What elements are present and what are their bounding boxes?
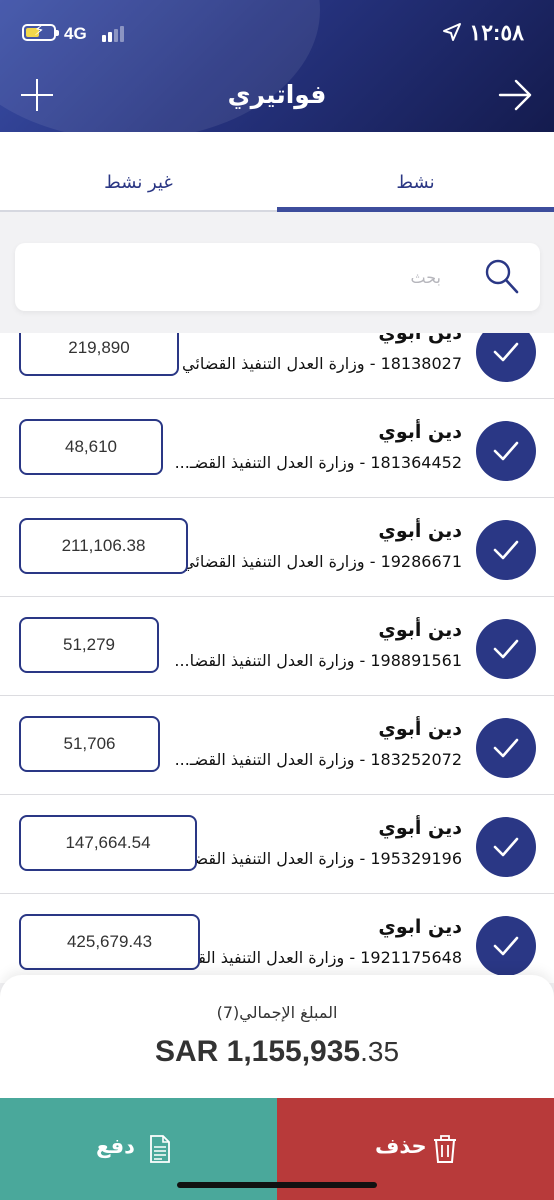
bill-title: دين أبوي (378, 520, 462, 542)
bill-title: دين أبوي (378, 421, 462, 443)
status-time: ١٢:٥٨ (469, 20, 524, 45)
battery-icon: ⚡ (22, 23, 59, 41)
search-icon[interactable] (482, 257, 522, 297)
bill-subtitle: 19286671 - وزارة العدل التنفيذ القضائي (182, 552, 462, 571)
app-header: ⚡ 4G ١٢:٥٨ فواتيري (0, 0, 554, 132)
bill-amount-field[interactable]: 51,279 (19, 617, 159, 673)
bill-subtitle: 183252072 - وزارة العدل التنفيذ القضـ... (174, 750, 462, 769)
network-type: 4G (64, 24, 87, 43)
bill-amount-field[interactable]: 211,106.38 (19, 518, 188, 574)
bill-row[interactable]: دين أبوي 183252072 - وزارة العدل التنفيذ… (0, 696, 554, 795)
bill-checkbox[interactable] (476, 619, 536, 679)
tab-inactive[interactable]: غير نشط (0, 132, 277, 212)
receipt-icon (150, 1135, 170, 1163)
tab-bar: غير نشط نشط (0, 132, 554, 212)
bill-amount-field[interactable]: 48,610 (19, 419, 163, 475)
bill-title: دين أبوي (378, 718, 462, 740)
bill-subtitle: 1921175648 - وزارة العدل التنفيذ القـ... (178, 948, 462, 967)
search-input[interactable] (31, 257, 451, 297)
total-label: المبلغ الإجمالي(7) (216, 1003, 338, 1022)
bill-row[interactable]: دين أبوي 198891561 - وزارة العدل التنفيذ… (0, 597, 554, 696)
active-tab-indicator (277, 207, 554, 212)
bill-subtitle: 181364452 - وزارة العدل التنفيذ القضـ... (174, 453, 462, 472)
total-panel: المبلغ الإجمالي(7) SAR 1,155,935.35 (0, 975, 554, 1100)
pay-button-label: دفع (96, 1134, 135, 1158)
trash-icon (434, 1135, 456, 1163)
total-amount-main: SAR 1,155,935 (154, 1035, 361, 1068)
checkmark-icon (493, 342, 519, 362)
bill-subtitle: 195329196 - وزارة العدل التنفيذ القضـ... (174, 849, 462, 868)
delete-button-label: حذف (375, 1134, 427, 1158)
bill-checkbox[interactable] (476, 333, 536, 382)
tab-active[interactable]: نشط (277, 132, 554, 212)
location-arrow-icon (443, 23, 461, 41)
bill-list[interactable]: دين أبوي 18138027 - وزارة العدل التنفيذ … (0, 333, 554, 983)
bill-title: دين أبوي (378, 333, 462, 344)
bill-subtitle: 18138027 - وزارة العدل التنفيذ القضائي (182, 354, 462, 373)
bill-checkbox[interactable] (476, 916, 536, 976)
home-indicator (177, 1182, 377, 1188)
bill-row[interactable]: دين أبوي 181364452 - وزارة العدل التنفيذ… (0, 399, 554, 498)
bill-amount-field[interactable]: 147,664.54 (19, 815, 197, 871)
search-box (15, 243, 540, 311)
bill-checkbox[interactable] (476, 421, 536, 481)
checkmark-icon (493, 936, 519, 956)
checkmark-icon (493, 441, 519, 461)
checkmark-icon (493, 738, 519, 758)
bill-amount-field[interactable]: 51,706 (19, 716, 160, 772)
bill-subtitle: 198891561 - وزارة العدل التنفيذ القضا... (174, 651, 462, 670)
checkmark-icon (493, 639, 519, 659)
bill-title: دين أبوي (378, 619, 462, 641)
navigation-bar: فواتيري (0, 64, 554, 132)
tab-inactive-label: غير نشط (104, 172, 173, 193)
bill-checkbox[interactable] (476, 718, 536, 778)
status-bar: ⚡ 4G ١٢:٥٨ (0, 0, 554, 64)
checkmark-icon (493, 540, 519, 560)
bill-row[interactable]: دين أبوي 19286671 - وزارة العدل التنفيذ … (0, 498, 554, 597)
back-arrow-icon[interactable] (496, 76, 534, 114)
tab-active-label: نشط (396, 172, 435, 193)
bill-amount-field[interactable]: 425,679.43 (19, 914, 200, 970)
bill-title: دين ابوي (378, 916, 462, 938)
bill-row[interactable]: دين أبوي 18138027 - وزارة العدل التنفيذ … (0, 333, 554, 399)
bill-title: دين أبوي (378, 817, 462, 839)
bill-checkbox[interactable] (476, 520, 536, 580)
bill-row[interactable]: دين أبوي 195329196 - وزارة العدل التنفيذ… (0, 795, 554, 894)
bill-amount-field[interactable]: 219,890 (19, 333, 179, 376)
total-amount: SAR 1,155,935.35 (0, 1035, 554, 1069)
total-amount-fraction: .35 (360, 1036, 400, 1067)
checkmark-icon (493, 837, 519, 857)
bill-row[interactable]: دين ابوي 1921175648 - وزارة العدل التنفي… (0, 894, 554, 983)
page-title: فواتيري (227, 80, 327, 109)
bill-checkbox[interactable] (476, 817, 536, 877)
